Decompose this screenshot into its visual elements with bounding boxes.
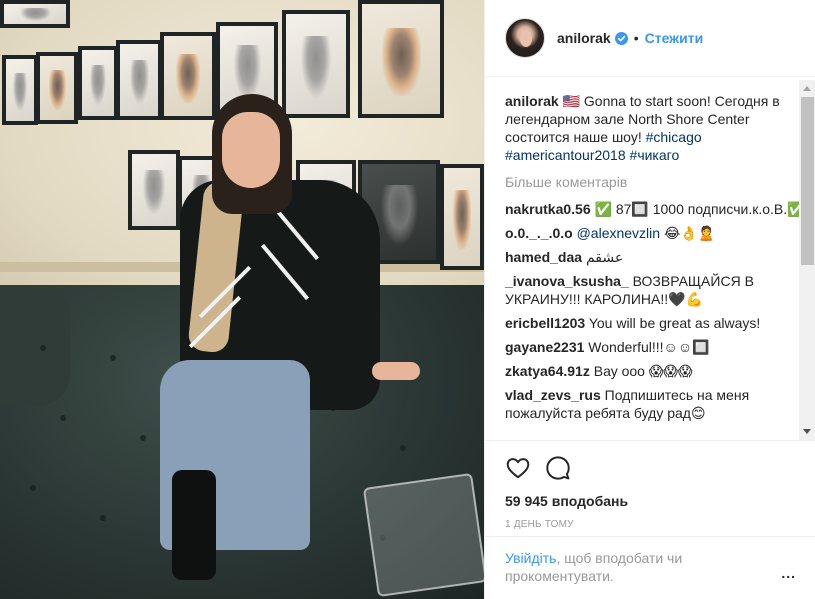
comments-scrollbar[interactable] [799, 80, 815, 440]
photo-frame [78, 46, 118, 120]
follow-button[interactable]: Стежити [645, 30, 704, 46]
comment-username[interactable]: zkatya64.91z [505, 363, 590, 379]
comment-username[interactable]: ericbell1203 [505, 315, 585, 331]
post-date[interactable]: 1 день тому [505, 519, 796, 530]
login-prompt: Увійдіть, щоб вподобати чи прокоментуват… [485, 536, 815, 599]
likes-count[interactable]: 59 945 вподобань [505, 493, 796, 509]
comment-username[interactable]: o.0._._.0.o [505, 225, 573, 241]
photo-frame [440, 164, 484, 270]
comment-item: hamed_daa عشقم [505, 248, 805, 266]
hashtag-link[interactable]: #americantour2018 [505, 147, 626, 163]
comment-text: 😂👌🙎 [663, 225, 716, 241]
caption-username[interactable]: anilorak [505, 93, 559, 109]
post-header: anilorak • Стежити [485, 0, 815, 77]
post-photo[interactable] [0, 0, 484, 599]
login-link[interactable]: Увійдіть [505, 550, 556, 566]
comment-username[interactable]: vlad_zevs_rus [505, 387, 601, 403]
comment-icon[interactable] [545, 455, 571, 481]
header-username[interactable]: anilorak [557, 30, 611, 46]
comment-mention[interactable]: @alexnevzlin [577, 225, 660, 241]
comments-list[interactable]: anilorak 🇺🇸 Gonna to start soon! Сегодня… [485, 78, 815, 440]
photo-frame [36, 52, 78, 124]
comment-username[interactable]: _ivanova_ksusha_ [505, 273, 629, 289]
more-options-button[interactable]: ... [781, 565, 796, 587]
comment-item: zkatya64.91z Вау ооо 😱😱😱 [505, 362, 805, 380]
caption-emoji: 🇺🇸 [562, 93, 581, 109]
comment-username[interactable]: nakrutka0.56 [505, 201, 591, 217]
avatar[interactable] [505, 18, 545, 58]
scroll-down-arrow-icon[interactable] [803, 429, 811, 434]
scrollbar-thumb[interactable] [801, 97, 814, 265]
hashtag-link[interactable]: #чикаго [630, 147, 680, 163]
verified-badge-icon [614, 31, 628, 45]
comment-username[interactable]: hamed_daa [505, 249, 582, 265]
header-separator: • [633, 30, 639, 46]
photo-frame [2, 55, 38, 125]
comment-item: o.0._._.0.o @alexnevzlin 😂👌🙎 [505, 224, 805, 242]
comment-text: عشقم [585, 249, 624, 265]
photo-frame [0, 0, 70, 28]
post-side-panel: anilorak • Стежити anilorak 🇺🇸 Gonna to … [484, 0, 815, 599]
comment-username[interactable]: gayane2231 [505, 339, 584, 355]
comment-item: ericbell1203 You will be great as always… [505, 314, 805, 332]
heart-icon[interactable] [505, 455, 531, 481]
comment-item: _ivanova_ksusha_ ВОЗВРАЩАЙСЯ В УКРАИНУ!!… [505, 272, 805, 308]
comment-text: ✅ 87🔲 1000 подписчи.к.о.В.✅ [594, 201, 805, 217]
comment-item: gayane2231 Wonderful!!!☺☺🔲 [505, 338, 805, 356]
comment-text: You will be great as always! [588, 315, 761, 331]
load-more-comments-button[interactable]: Більше коментарів [505, 174, 805, 190]
hashtag-link[interactable]: #chicago [646, 129, 702, 145]
comment-item: nakrutka0.56 ✅ 87🔲 1000 подписчи.к.о.В.✅ [505, 200, 805, 218]
photo-plastic-box [362, 472, 484, 598]
post-caption: anilorak 🇺🇸 Gonna to start soon! Сегодня… [505, 92, 805, 164]
comment-item: vlad_zevs_rus Подпишитесь на меня пожалу… [505, 386, 805, 422]
comment-text: Wonderful!!!☺☺🔲 [588, 339, 710, 355]
scroll-up-arrow-icon[interactable] [803, 86, 811, 91]
comment-text: Вау ооо 😱😱😱 [593, 363, 693, 379]
post-actions: 59 945 вподобань 1 день тому [485, 440, 815, 530]
